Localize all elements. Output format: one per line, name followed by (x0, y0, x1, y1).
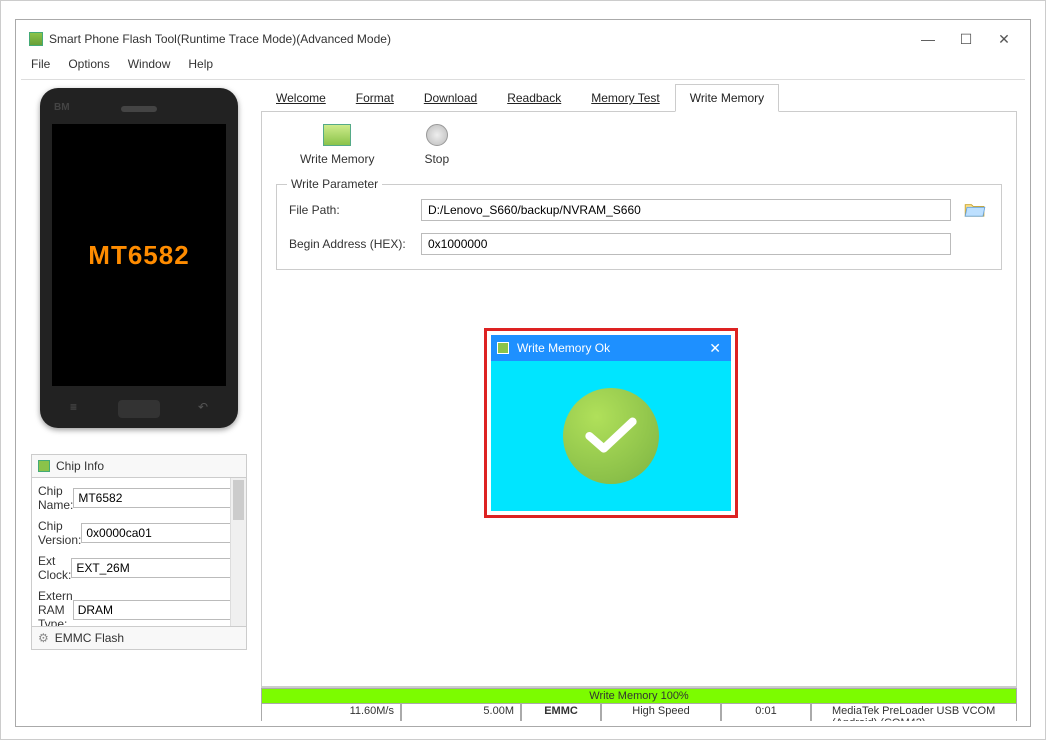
window-title: Smart Phone Flash Tool(Runtime Trace Mod… (49, 32, 921, 46)
minimize-button[interactable]: — (921, 32, 935, 46)
ram-type-label: Extern RAM Type: (38, 589, 73, 626)
file-path-label: File Path: (289, 203, 421, 217)
status-bar: Write Memory 100% 11.60M/s 5.00M EMMC Hi… (261, 687, 1017, 721)
chip-info-panel: Chip Info Chip Name: Chip Version: Ext C… (31, 454, 247, 650)
phone-speaker (121, 106, 157, 112)
dialog-title: Write Memory Ok (517, 341, 705, 355)
status-device: MediaTek PreLoader USB VCOM (Android) (C… (811, 704, 1017, 721)
ram-icon (323, 124, 351, 146)
fieldset-legend: Write Parameter (287, 177, 382, 191)
menubar: File Options Window Help (21, 53, 1025, 80)
dialog-titlebar[interactable]: Write Memory Ok ✕ (491, 335, 731, 361)
chip-text: MT6582 (88, 240, 189, 271)
maximize-button[interactable]: ☐ (959, 32, 973, 46)
chip-version-value[interactable] (81, 523, 246, 543)
menu-file[interactable]: File (31, 57, 50, 71)
ext-clock-label: Ext Clock: (38, 554, 71, 582)
phone-menu-icon: ≡ (70, 400, 77, 414)
dialog-app-icon (497, 342, 509, 354)
menu-window[interactable]: Window (128, 57, 171, 71)
tab-format[interactable]: Format (341, 84, 409, 111)
tab-memory-test[interactable]: Memory Test (576, 84, 674, 111)
status-size: 5.00M (401, 704, 521, 721)
phone-back-icon: ↶ (198, 400, 208, 414)
chip-version-label: Chip Version: (38, 519, 81, 547)
status-speed: 11.60M/s (261, 704, 401, 721)
emmc-flash-header: EMMC Flash (55, 631, 124, 645)
write-memory-ok-dialog: Write Memory Ok ✕ (484, 328, 738, 518)
tab-welcome[interactable]: Welcome (261, 84, 341, 111)
stop-label: Stop (424, 152, 449, 166)
begin-address-input[interactable] (421, 233, 951, 255)
dialog-body (491, 361, 731, 511)
menu-options[interactable]: Options (68, 57, 109, 71)
phone-brand: BM (54, 102, 70, 113)
app-icon (29, 32, 43, 46)
tab-readback[interactable]: Readback (492, 84, 576, 111)
tab-write-memory[interactable]: Write Memory (675, 84, 779, 112)
close-button[interactable]: ✕ (997, 32, 1011, 46)
tab-download[interactable]: Download (409, 84, 492, 111)
write-memory-label: Write Memory (300, 152, 374, 166)
chip-name-value[interactable] (73, 488, 238, 508)
ram-type-value[interactable] (73, 600, 238, 620)
chip-icon (38, 460, 50, 472)
stop-button[interactable]: Stop (424, 124, 449, 166)
phone-screen: MT6582 (52, 124, 226, 386)
ext-clock-value[interactable] (71, 558, 236, 578)
browse-button[interactable] (961, 199, 989, 221)
write-memory-button[interactable]: Write Memory (300, 124, 374, 166)
scrollbar[interactable] (230, 478, 246, 626)
write-parameter-fieldset: Write Parameter File Path: Begin Address (276, 184, 1002, 270)
phone-preview: BM MT6582 ≡ ↶ (40, 88, 238, 428)
success-check-icon (563, 388, 659, 484)
menu-help[interactable]: Help (188, 57, 213, 71)
progress-bar: Write Memory 100% (261, 688, 1017, 704)
dialog-close-button[interactable]: ✕ (705, 340, 725, 357)
chip-info-header: Chip Info (56, 459, 104, 473)
status-mode: High Speed (601, 704, 721, 721)
begin-address-label: Begin Address (HEX): (289, 237, 421, 251)
chip-name-label: Chip Name: (38, 484, 73, 512)
status-time: 0:01 (721, 704, 811, 721)
stop-icon (426, 124, 448, 146)
tab-bar: Welcome Format Download Readback Memory … (261, 84, 1017, 112)
folder-icon (964, 202, 986, 218)
titlebar: Smart Phone Flash Tool(Runtime Trace Mod… (21, 25, 1025, 53)
phone-home-button (118, 400, 160, 418)
tab-content: Write Memory Stop Write Parameter File P… (261, 112, 1017, 687)
status-storage: EMMC (521, 704, 601, 721)
gear-icon: ⚙ (38, 631, 49, 645)
file-path-input[interactable] (421, 199, 951, 221)
